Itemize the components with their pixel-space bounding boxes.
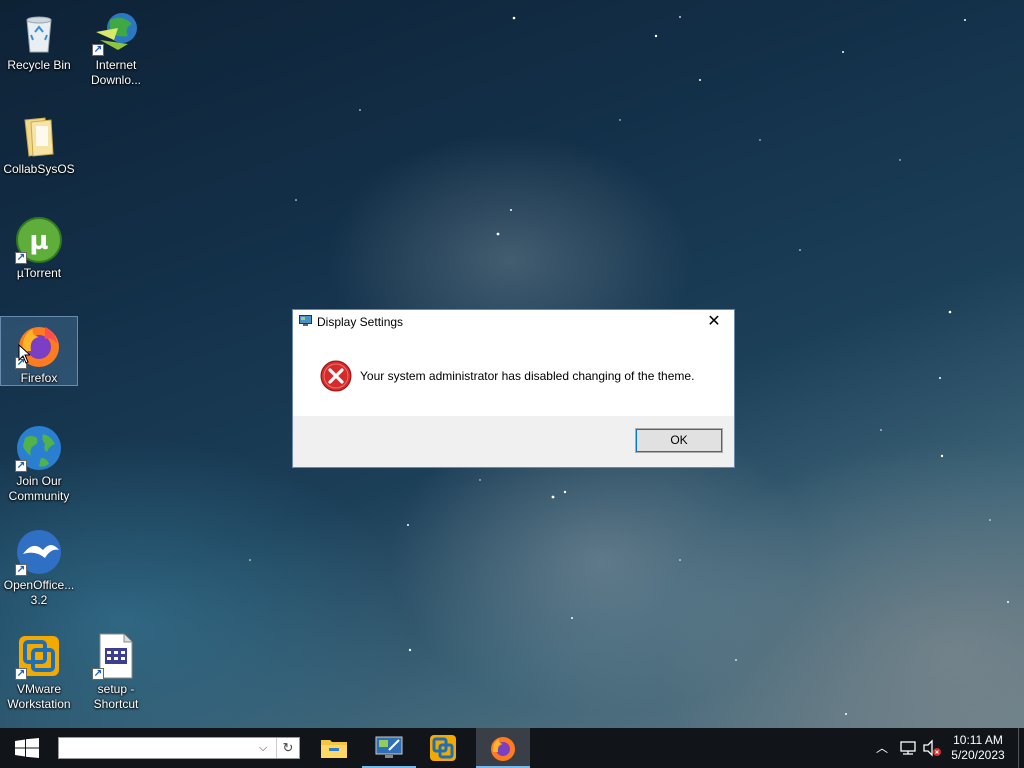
desktop-icon-label: OpenOffice... 3.2: [3, 578, 75, 607]
taskbar-app-display[interactable]: [362, 728, 416, 768]
taskbar-app-firefox[interactable]: [476, 728, 530, 768]
openoffice-icon: ↗: [15, 528, 63, 576]
desktop-icon-label: Recycle Bin: [7, 58, 71, 72]
desktop-icon-label: µTorrent: [16, 266, 62, 280]
volume-muted-icon[interactable]: [922, 738, 942, 758]
monitor-icon: [375, 736, 403, 758]
desktop-icon-firefox[interactable]: ↗ Firefox: [0, 316, 78, 386]
start-button[interactable]: [0, 728, 54, 768]
show-desktop-button[interactable]: [1018, 728, 1024, 768]
recycle-bin-icon: [15, 8, 63, 56]
error-icon: [320, 360, 352, 392]
shortcut-arrow-icon: ↗: [92, 668, 104, 680]
chevron-down-icon[interactable]: ⌵: [253, 738, 273, 758]
firefox-icon: [491, 737, 515, 761]
taskbar-app-file-explorer[interactable]: [307, 728, 361, 768]
address-bar[interactable]: ⌵ ↻: [58, 737, 300, 759]
system-clock[interactable]: 10:11 AM 5/20/2023: [946, 733, 1010, 763]
shortcut-arrow-icon: ↗: [15, 668, 27, 680]
desktop-icon-label: VMware Workstation: [7, 682, 71, 711]
dialog-footer: OK: [293, 416, 734, 467]
display-settings-icon: [299, 315, 312, 326]
dialog-message: Your system administrator has disabled c…: [360, 369, 695, 383]
utorrent-icon: µ ↗: [15, 216, 63, 264]
taskbar-app-vmware-workstation[interactable]: [416, 728, 470, 768]
taskbar: ⌵ ↻ ︿ 10:11 AM 5/20/2023: [0, 728, 1024, 768]
desktop-icon-openoffice[interactable]: ↗ OpenOffice... 3.2: [1, 524, 77, 608]
desktop-icon-internet-download-manager[interactable]: ↗ Internet Downlo...: [78, 4, 154, 88]
file-explorer-icon: [321, 740, 347, 758]
desktop-icon-vmware-workstation[interactable]: ↗ VMware Workstation: [1, 628, 77, 712]
shortcut-arrow-icon: ↗: [15, 252, 27, 264]
chevron-up-icon[interactable]: ︿: [874, 738, 890, 758]
desktop-icon-label: Firefox: [20, 371, 58, 385]
globe-icon: ↗: [15, 424, 63, 472]
close-button[interactable]: ✕: [694, 310, 734, 334]
clock-time: 10:11 AM: [953, 733, 1003, 747]
refresh-icon[interactable]: ↻: [276, 738, 299, 758]
network-icon[interactable]: [898, 738, 918, 758]
desktop-icon-label: Join Our Community: [8, 474, 70, 503]
folder-icon: [15, 112, 63, 160]
shortcut-arrow-icon: ↗: [15, 460, 27, 472]
setup-file-icon: ↗: [92, 632, 140, 680]
svg-text:µ: µ: [29, 226, 48, 256]
desktop-icon-utorrent[interactable]: µ ↗ µTorrent: [1, 212, 77, 281]
vmware-icon: ↗: [15, 632, 63, 680]
desktop-icon-collabsysos[interactable]: CollabSysOS: [1, 108, 77, 177]
clock-date: 5/20/2023: [951, 748, 1005, 762]
close-icon: ✕: [707, 313, 721, 330]
desktop-icon-label: setup - Shortcut: [93, 682, 139, 711]
windows-logo-icon: [15, 738, 39, 758]
shortcut-arrow-icon: ↗: [15, 564, 27, 576]
desktop-icon-label: CollabSysOS: [3, 162, 75, 176]
mouse-cursor-icon: [18, 344, 30, 364]
dialog-title-bar[interactable]: Display Settings ✕: [293, 310, 734, 334]
vmware-icon: [430, 735, 456, 761]
desktop-icon-setup-shortcut[interactable]: ↗ setup - Shortcut: [78, 628, 154, 712]
desktop-icon-recycle-bin[interactable]: Recycle Bin: [1, 4, 77, 73]
internet-download-manager-icon: ↗: [92, 8, 140, 56]
ok-button[interactable]: OK: [635, 428, 723, 453]
display-settings-dialog: Display Settings ✕ Your system administr…: [292, 309, 735, 468]
desktop-icon-join-our-community[interactable]: ↗ Join Our Community: [1, 420, 77, 504]
dialog-title: Display Settings: [317, 315, 404, 329]
desktop-icon-label: Internet Downlo...: [90, 58, 142, 87]
dialog-body: Your system administrator has disabled c…: [293, 334, 734, 417]
shortcut-arrow-icon: ↗: [92, 44, 104, 56]
